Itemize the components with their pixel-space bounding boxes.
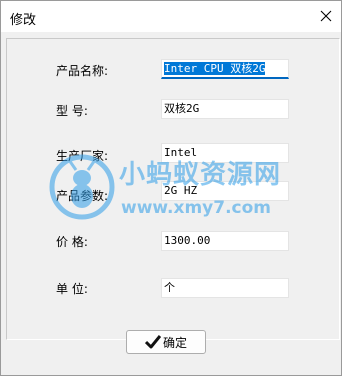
unit-label: 单 位: xyxy=(56,282,88,296)
product-params-field[interactable]: 2G HZ xyxy=(161,181,289,201)
window-title: 修改 xyxy=(10,13,37,28)
model-field[interactable]: 双核2G xyxy=(161,99,289,119)
product-name-label: 产品名称: xyxy=(56,64,109,78)
product-name-selected-text: Inter CPU 双核2G xyxy=(164,62,266,75)
price-label: 价 格: xyxy=(56,235,88,249)
close-icon xyxy=(320,10,332,22)
checkmark-icon xyxy=(144,335,161,349)
product-params-label: 产品参数: xyxy=(56,189,109,203)
dialog-body: 产品名称: Inter CPU 双核2G 型 号: 双核2G 生产厂家: Int… xyxy=(1,32,341,375)
confirm-button-label: 确定 xyxy=(162,335,187,350)
manufacturer-label: 生产厂家: xyxy=(56,149,109,163)
product-name-field[interactable]: Inter CPU 双核2G xyxy=(161,59,289,79)
title-bar: 修改 xyxy=(1,1,341,32)
model-label: 型 号: xyxy=(56,104,88,118)
unit-field[interactable]: 个 xyxy=(161,278,289,298)
price-field[interactable]: 1300.00 xyxy=(161,231,289,251)
manufacturer-field[interactable]: Intel xyxy=(161,143,289,163)
edit-dialog: 修改 产品名称: Inter CPU 双核2G 型 号: 双核2G 生产厂家: … xyxy=(0,0,342,376)
close-button[interactable] xyxy=(311,1,341,32)
confirm-button[interactable]: 确定 xyxy=(126,330,206,354)
